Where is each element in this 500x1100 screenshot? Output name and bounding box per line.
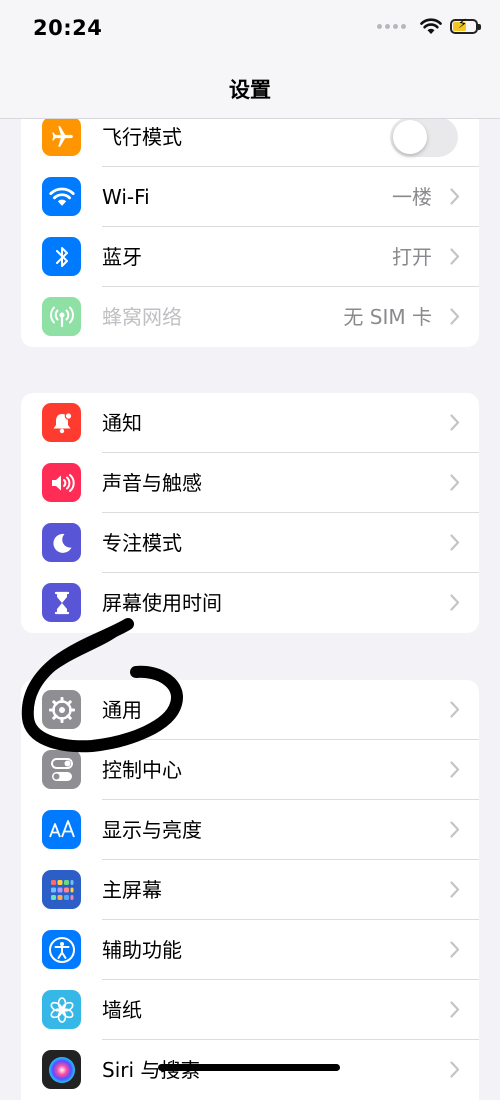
settings-row-control-center[interactable]: 控制中心 xyxy=(21,740,479,800)
settings-row-label: 蓝牙 xyxy=(102,245,142,269)
settings-row-label: 声音与触感 xyxy=(102,471,202,495)
chevron-right-icon xyxy=(450,1001,460,1018)
settings-group-general: 通用 控制中心 显示与亮度 主屏幕 辅助功能 墙纸 Siri 与搜索 xyxy=(21,680,479,1100)
cellular-icon xyxy=(42,297,81,336)
status-bar: 20:24 ⚡ xyxy=(0,0,500,60)
settings-row-label: 屏幕使用时间 xyxy=(102,591,222,615)
chevron-right-icon xyxy=(450,881,460,898)
settings-row-display-brightness[interactable]: 显示与亮度 xyxy=(21,800,479,860)
settings-row-value: 打开 xyxy=(392,245,432,269)
chevron-right-icon xyxy=(450,248,460,265)
chevron-right-icon xyxy=(450,534,460,551)
airplane-mode-toggle[interactable] xyxy=(390,117,458,157)
settings-row-label: 通知 xyxy=(102,411,142,435)
gear-icon xyxy=(42,690,81,729)
wifi-icon xyxy=(42,177,81,216)
accessibility-icon xyxy=(42,930,81,969)
signal-dots-icon xyxy=(377,24,406,29)
text-size-icon xyxy=(42,810,81,849)
switches-icon xyxy=(42,750,81,789)
nav-bar: 设置 xyxy=(0,60,500,119)
chevron-right-icon xyxy=(450,821,460,838)
settings-row-label: 墙纸 xyxy=(102,998,142,1022)
chevron-right-icon xyxy=(450,308,460,325)
airplane-icon xyxy=(42,117,81,156)
chevron-right-icon xyxy=(450,1061,460,1078)
bell-icon xyxy=(42,403,81,442)
settings-row-wallpaper[interactable]: 墙纸 xyxy=(21,980,479,1040)
chevron-right-icon xyxy=(450,761,460,778)
settings-row-label: 主屏幕 xyxy=(102,878,162,902)
wifi-status-icon xyxy=(420,18,442,34)
settings-row-value: 无 SIM 卡 xyxy=(343,305,432,329)
moon-icon xyxy=(42,523,81,562)
settings-row-label: 通用 xyxy=(102,698,142,722)
speaker-icon xyxy=(42,463,81,502)
settings-row-label: 蜂窝网络 xyxy=(102,305,182,329)
settings-row-wifi[interactable]: Wi-Fi 一楼 xyxy=(21,167,479,227)
settings-group-notifications: 通知 声音与触感 专注模式 屏幕使用时间 xyxy=(21,393,479,633)
settings-row-notifications[interactable]: 通知 xyxy=(21,393,479,453)
settings-row-bluetooth[interactable]: 蓝牙 打开 xyxy=(21,227,479,287)
bluetooth-icon xyxy=(42,237,81,276)
settings-row-label: 专注模式 xyxy=(102,531,182,555)
siri-icon xyxy=(42,1050,81,1089)
flower-icon xyxy=(42,990,81,1029)
chevron-right-icon xyxy=(450,414,460,431)
settings-row-label: 控制中心 xyxy=(102,758,182,782)
settings-row-label: 显示与亮度 xyxy=(102,818,202,842)
settings-row-focus[interactable]: 专注模式 xyxy=(21,513,479,573)
settings-group-connectivity: 飞行模式 Wi-Fi 一楼 蓝牙 打开 蜂窝网络 无 SIM 卡 xyxy=(21,107,479,347)
chevron-right-icon xyxy=(450,701,460,718)
hourglass-icon xyxy=(42,583,81,622)
status-icons: ⚡ xyxy=(377,18,481,35)
settings-row-sounds[interactable]: 声音与触感 xyxy=(21,453,479,513)
status-time: 20:24 xyxy=(33,16,103,40)
settings-row-label: 飞行模式 xyxy=(102,125,182,149)
chevron-right-icon xyxy=(450,941,460,958)
settings-row-general[interactable]: 通用 xyxy=(21,680,479,740)
home-indicator[interactable] xyxy=(158,1064,340,1071)
settings-row-accessibility[interactable]: 辅助功能 xyxy=(21,920,479,980)
chevron-right-icon xyxy=(450,474,460,491)
chevron-right-icon xyxy=(450,594,460,611)
page-title: 设置 xyxy=(229,78,271,102)
battery-icon: ⚡ xyxy=(450,18,481,34)
app-grid-icon xyxy=(42,870,81,909)
settings-row-label: 辅助功能 xyxy=(102,938,182,962)
settings-row-screen-time[interactable]: 屏幕使用时间 xyxy=(21,573,479,633)
settings-row-cellular[interactable]: 蜂窝网络 无 SIM 卡 xyxy=(21,287,479,347)
settings-row-home-screen[interactable]: 主屏幕 xyxy=(21,860,479,920)
chevron-right-icon xyxy=(450,188,460,205)
settings-row-value: 一楼 xyxy=(392,185,432,209)
settings-row-label: Wi-Fi xyxy=(102,185,150,209)
